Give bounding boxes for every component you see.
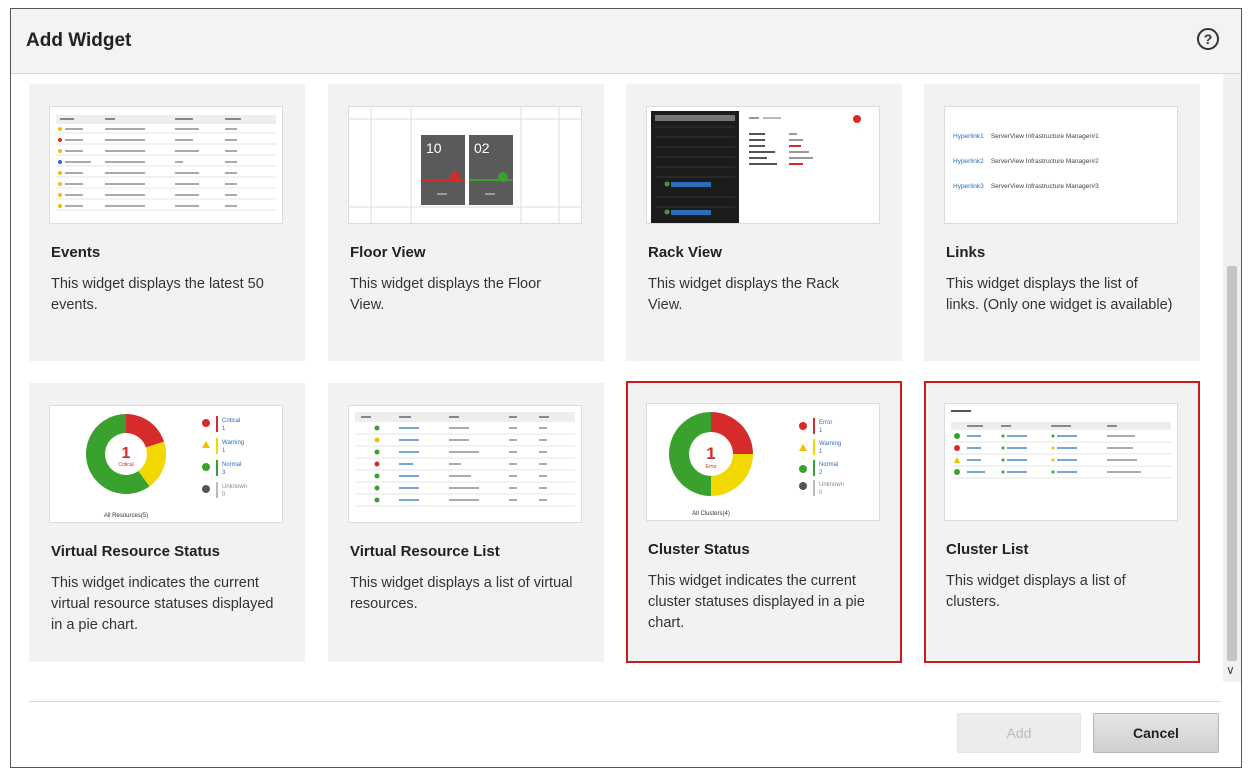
widget-grid: Events This widget displays the latest 5…: [11, 74, 1221, 679]
widget-card-links[interactable]: Hyperlink1 ServerView Infrastructure Man…: [924, 84, 1200, 361]
legend-count: 1: [222, 426, 226, 432]
dialog-header: Add Widget ?: [11, 9, 1241, 74]
legend-label: Unknown: [819, 482, 844, 488]
cluster-status-preview: 1 Error All Clusters(4) Error 1 Warning …: [646, 403, 880, 521]
events-preview: [49, 106, 283, 224]
question-icon: [799, 482, 807, 490]
legend-label: Warning: [819, 441, 841, 447]
center-label: Error: [705, 464, 716, 470]
rack-view-preview: [646, 106, 880, 224]
widget-card-rack-view[interactable]: Rack View This widget displays the Rack …: [626, 84, 902, 361]
warning-icon: [202, 441, 210, 448]
widget-description: This widget indicates the current virtua…: [51, 575, 274, 633]
legend-label: Warning: [222, 440, 244, 446]
links-preview: Hyperlink1 ServerView Infrastructure Man…: [944, 106, 1178, 224]
widget-description: This widget indicates the current cluste…: [648, 573, 865, 631]
floor-tile-b-label: 02: [474, 140, 490, 156]
widget-description: This widget displays a list of clusters.: [946, 573, 1126, 610]
vertical-scrollbar[interactable]: ∨: [1223, 74, 1241, 682]
dialog-title: Add Widget: [26, 30, 132, 51]
question-icon: [202, 485, 210, 493]
chevron-down-icon[interactable]: ∨: [1226, 664, 1235, 676]
legend-count: 1: [819, 449, 823, 455]
widget-title: Virtual Resource List: [350, 543, 500, 560]
link-target: ServerView Infrastructure Manager#1: [990, 133, 1099, 140]
widget-description: This widget displays the Floor View.: [350, 276, 541, 313]
legend-count: 0: [819, 490, 823, 496]
link-item: Hyperlink1 ServerView Infrastructure Man…: [953, 133, 1173, 140]
widget-description: This widget displays the list of links. …: [946, 276, 1173, 313]
check-icon: [799, 465, 807, 473]
widget-card-virtual-resource-list[interactable]: Virtual Resource List This widget displa…: [328, 383, 604, 662]
link-text[interactable]: Hyperlink3: [953, 183, 989, 190]
widget-card-cluster-status[interactable]: 1 Error All Clusters(4) Error 1 Warning …: [626, 381, 902, 663]
help-icon[interactable]: ?: [1197, 28, 1219, 50]
widget-title: Floor View: [350, 244, 426, 261]
widget-card-virtual-resource-status[interactable]: 1 Critical All Resources(5) Critical 1 W…: [29, 383, 305, 662]
warning-icon: [799, 444, 807, 451]
error-icon: [799, 422, 807, 430]
widget-description: This widget displays the latest 50 event…: [51, 276, 264, 313]
legend-label: Critical: [222, 418, 240, 424]
center-label: Critical: [118, 462, 133, 468]
widget-description: This widget displays a list of virtual r…: [350, 575, 573, 612]
widget-card-events[interactable]: Events This widget displays the latest 5…: [29, 84, 305, 361]
widget-title: Cluster List: [946, 541, 1029, 558]
cluster-list-preview: [944, 403, 1178, 521]
cancel-button[interactable]: Cancel: [1093, 713, 1219, 753]
widget-card-cluster-list[interactable]: Cluster List This widget displays a list…: [924, 381, 1200, 663]
center-count: 1: [122, 445, 131, 462]
widget-card-floor-view[interactable]: 10 02 Floor View This widget displays th…: [328, 84, 604, 361]
legend-label: Normal: [819, 462, 838, 468]
legend-count: 3: [222, 470, 226, 476]
widget-title: Links: [946, 244, 986, 261]
legend-label: Error: [819, 420, 832, 426]
widget-title: Events: [51, 244, 101, 261]
widget-title: Cluster Status: [648, 541, 750, 558]
link-target: ServerView Infrastructure Manager#3: [990, 183, 1099, 190]
floor-view-preview: 10 02: [348, 106, 582, 224]
error-icon: [202, 419, 210, 427]
legend-count: 1: [222, 448, 226, 454]
scrollbar-thumb[interactable]: [1227, 266, 1237, 661]
link-item: Hyperlink2 ServerView Infrastructure Man…: [953, 158, 1173, 165]
link-target: ServerView Infrastructure Manager#2: [990, 158, 1099, 165]
add-button[interactable]: Add: [957, 713, 1081, 753]
widget-title: Rack View: [648, 244, 722, 261]
footer-divider: [29, 701, 1221, 702]
legend-label: Unknown: [222, 484, 247, 490]
floor-tile-a-label: 10: [426, 140, 442, 156]
link-item: Hyperlink3 ServerView Infrastructure Man…: [953, 183, 1173, 190]
chart-footer: All Clusters(4): [692, 511, 730, 517]
legend-label: Normal: [222, 462, 241, 468]
virtual-resource-status-preview: 1 Critical All Resources(5) Critical 1 W…: [49, 405, 283, 523]
check-icon: [202, 463, 210, 471]
legend-count: 0: [222, 492, 226, 498]
add-widget-dialog: Add Widget ? Events This widget displays…: [10, 8, 1242, 768]
link-text[interactable]: Hyperlink1: [953, 133, 989, 140]
link-text[interactable]: Hyperlink2: [953, 158, 989, 165]
virtual-resource-list-preview: [348, 405, 582, 523]
center-count: 1: [706, 444, 715, 463]
legend-count: 2: [819, 470, 823, 476]
legend-count: 1: [819, 428, 823, 434]
widget-title: Virtual Resource Status: [51, 543, 220, 560]
chart-footer: All Resources(5): [104, 513, 148, 519]
widget-description: This widget displays the Rack View.: [648, 276, 839, 313]
